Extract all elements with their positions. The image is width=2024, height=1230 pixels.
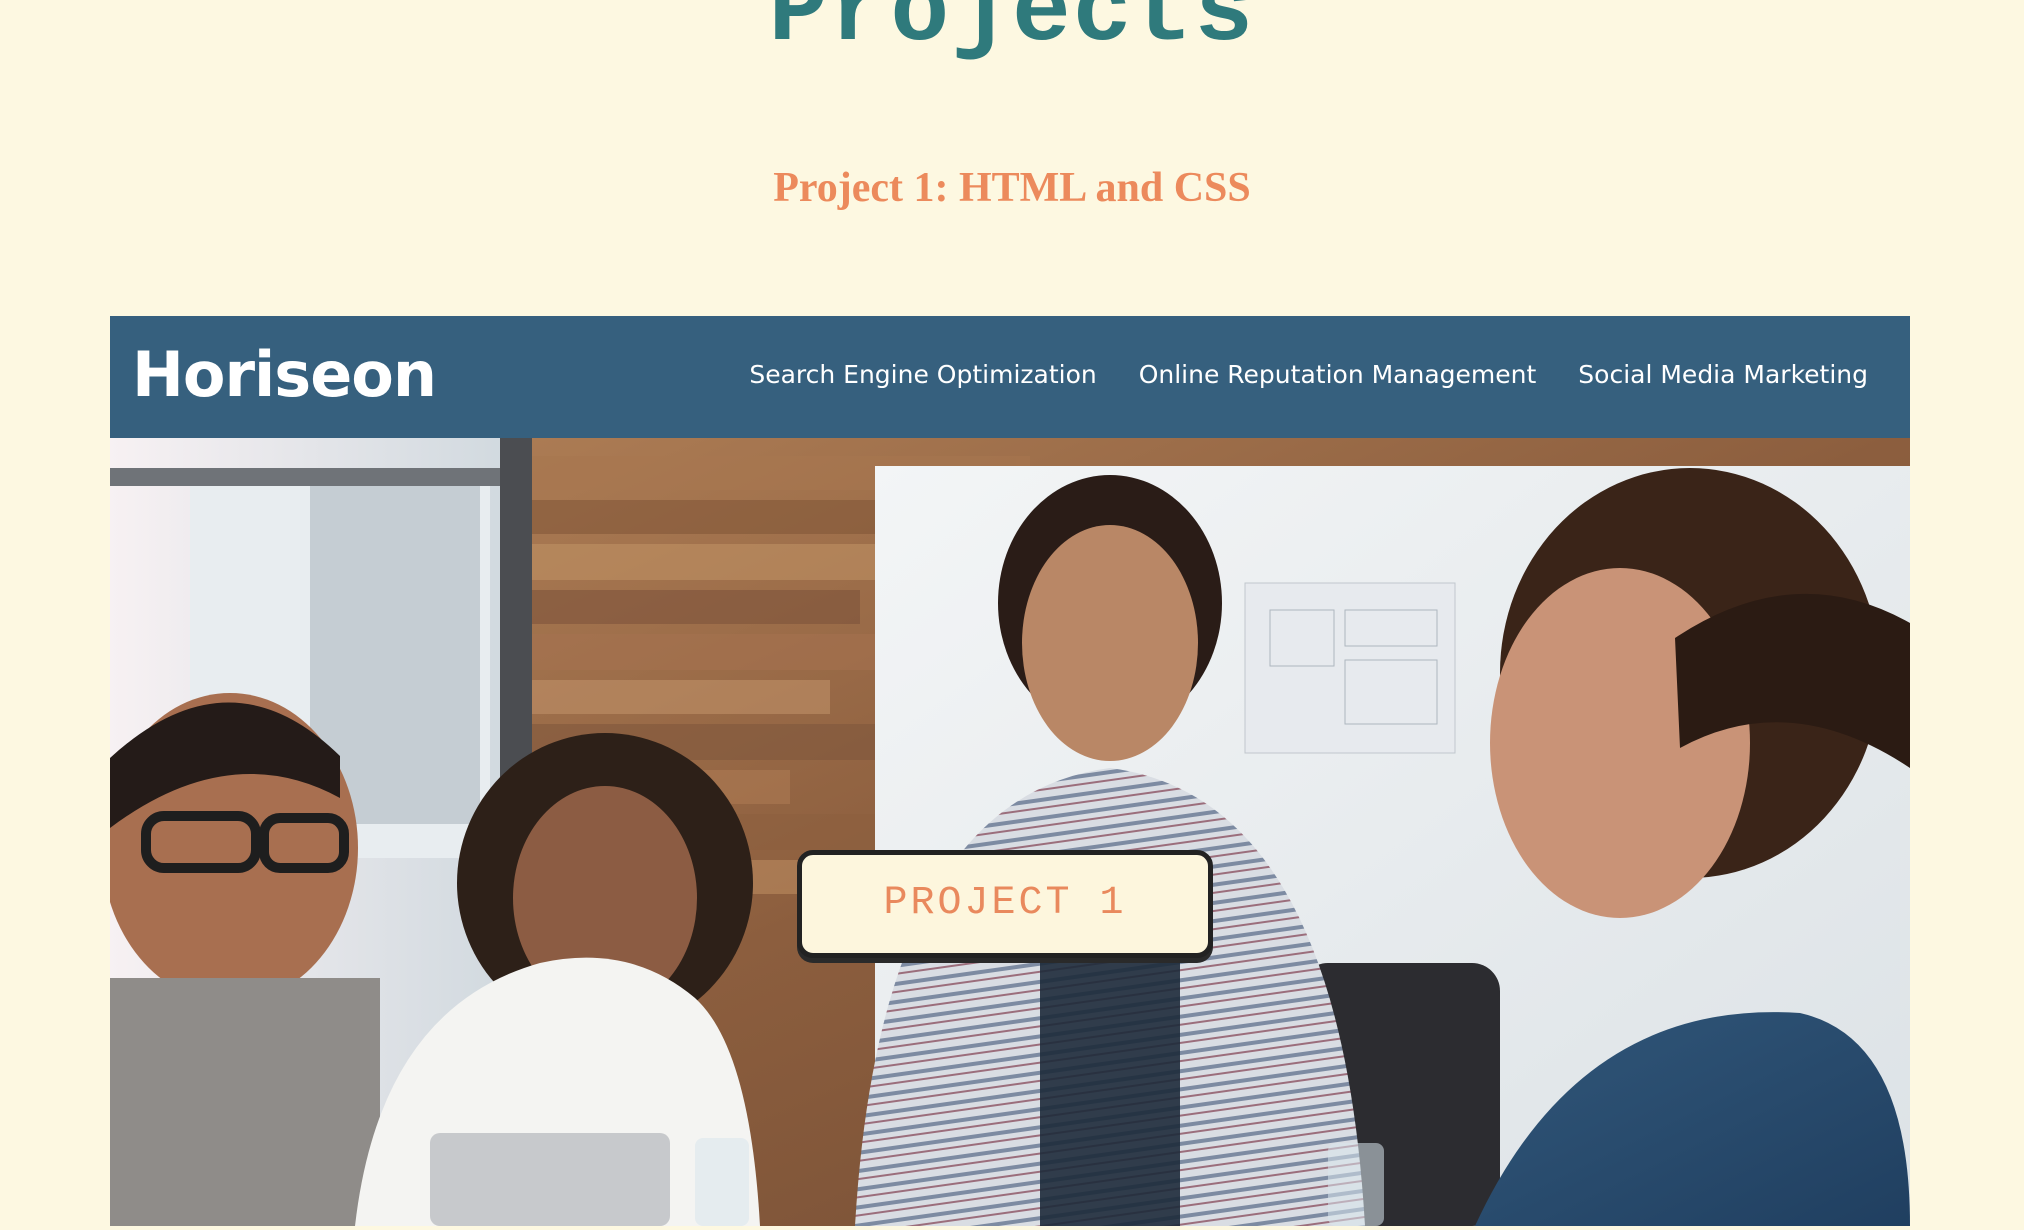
project-card[interactable]: Horiseon Search Engine Optimization Onli… — [110, 316, 1910, 1226]
preview-site-header: Horiseon Search Engine Optimization Onli… — [110, 316, 1910, 438]
project-1-button[interactable]: PROJECT 1 — [797, 850, 1213, 958]
section-title: Projects — [768, 0, 1256, 69]
preview-nav-orm: Online Reputation Management — [1138, 360, 1537, 389]
preview-site-logo: Horiseon — [132, 338, 437, 411]
preview-nav-seo: Search Engine Optimization — [749, 360, 1097, 389]
hero-photo: PROJECT 1 — [110, 438, 1910, 1226]
team-meeting-image — [110, 438, 1910, 1226]
preview-nav-smm: Social Media Marketing — [1578, 360, 1868, 389]
preview-site-nav: Search Engine Optimization Online Reputa… — [749, 356, 1868, 394]
project-heading: Project 1: HTML and CSS — [773, 165, 1251, 211]
